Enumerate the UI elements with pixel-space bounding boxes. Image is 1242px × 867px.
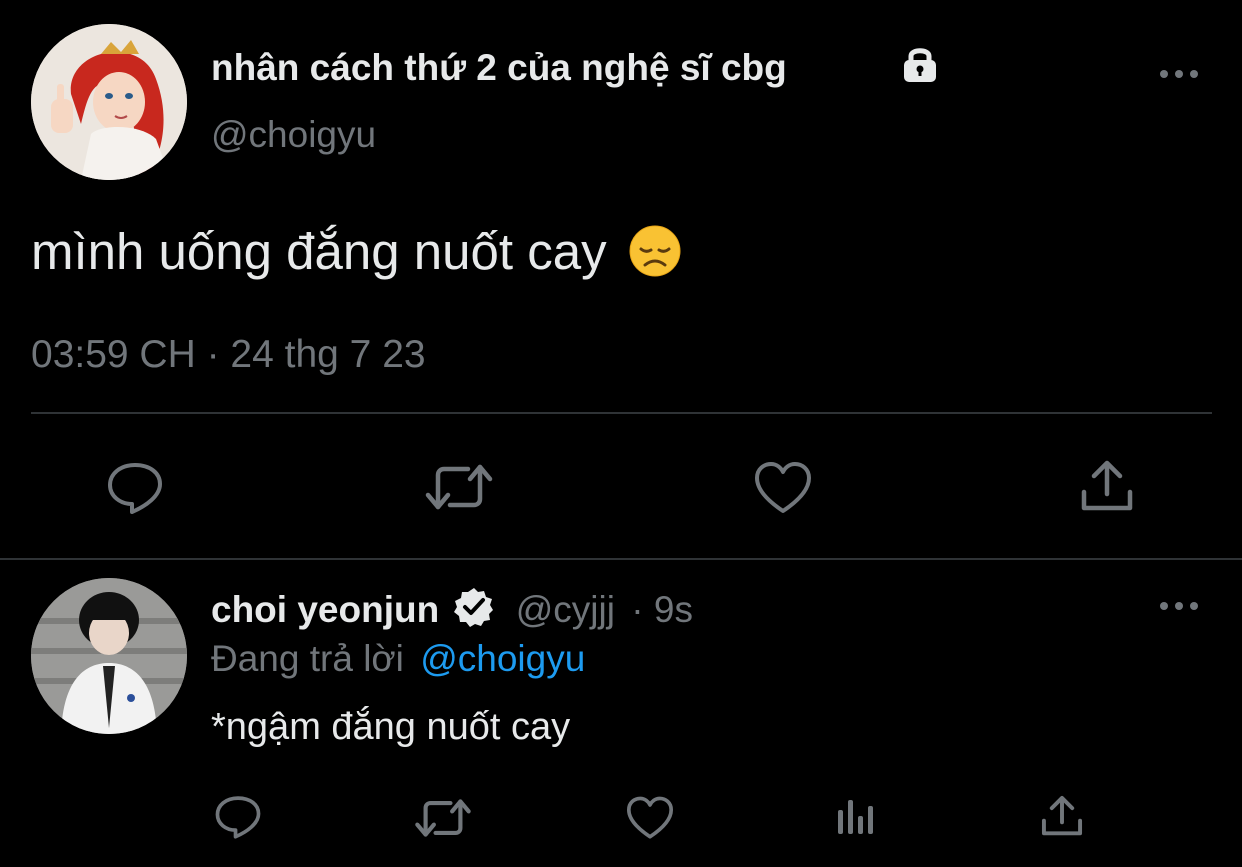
reply-icon[interactable] (106, 460, 164, 516)
main-tweet-text-row: mình uống đắng nuốt cay (31, 222, 681, 282)
main-tweet-text: mình uống đắng nuốt cay (31, 223, 607, 280)
replying-to-prefix: Đang trả lời (211, 638, 404, 679)
disappointed-face-emoji (629, 225, 681, 277)
main-tweet-handle[interactable]: @choigyu (211, 112, 376, 158)
reply-retweet-icon[interactable] (414, 796, 472, 840)
timestamp-divider (31, 412, 1212, 414)
reply-header: choi yeonjun @cyjjj · 9s (211, 586, 693, 634)
tweet-timestamp[interactable]: 03:59 CH · 24 thg 7 23 (31, 330, 426, 380)
verified-badge-icon (453, 586, 495, 628)
replying-to-mention[interactable]: @choigyu (420, 638, 585, 679)
analytics-icon[interactable] (836, 796, 876, 836)
reply-time[interactable]: · 9s (631, 589, 693, 630)
reply-share-icon[interactable] (1040, 794, 1084, 838)
reply-display-name[interactable]: choi yeonjun (211, 589, 439, 630)
section-divider (0, 558, 1242, 560)
reply-heart-icon[interactable] (626, 796, 674, 840)
reply-avatar[interactable] (31, 578, 187, 734)
heart-icon[interactable] (754, 461, 812, 515)
reply-handle[interactable]: @cyjjj (516, 589, 615, 630)
main-tweet-avatar[interactable] (31, 24, 187, 180)
lock-icon (899, 44, 941, 84)
replying-to-line: Đang trả lời @choigyu (211, 636, 585, 682)
share-icon[interactable] (1080, 458, 1134, 514)
reply-text: *ngậm đắng nuốt cay (211, 706, 571, 748)
main-tweet-display-name[interactable]: nhân cách thứ 2 của nghệ sĩ cbg (211, 44, 787, 92)
reply-reply-icon[interactable] (214, 794, 262, 840)
reply-more-options-icon[interactable] (1158, 596, 1200, 616)
more-options-icon[interactable] (1158, 64, 1200, 84)
retweet-icon[interactable] (424, 461, 494, 513)
